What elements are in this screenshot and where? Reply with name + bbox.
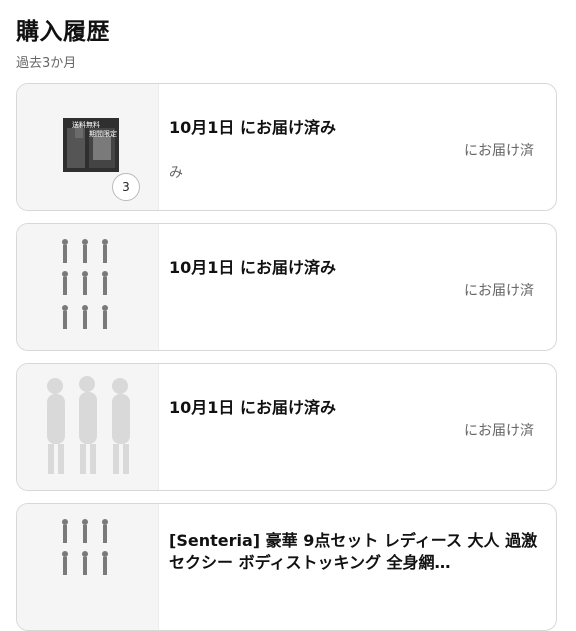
order-card[interactable]: 送料無料 期間限定 3 10月1日 にお届け済み にお届け済 み bbox=[16, 83, 557, 211]
product-image-icon bbox=[62, 239, 108, 329]
quantity-badge: 3 bbox=[112, 173, 140, 201]
page-title: 購入履歴 bbox=[16, 19, 110, 45]
page-subtitle: 過去3か月 bbox=[16, 56, 77, 71]
product-image-icon bbox=[62, 519, 108, 575]
order-card[interactable]: 10月1日 にお届け済み にお届け済 bbox=[16, 223, 557, 351]
delivery-status: にお届け済 bbox=[464, 143, 534, 159]
product-name: [Senteria] 豪華 9点セット レディース 大人 過激 セクシー ボディ… bbox=[169, 531, 538, 572]
delivery-status: にお届け済 bbox=[464, 283, 534, 299]
product-thumbnail[interactable] bbox=[17, 224, 159, 350]
product-image-icon bbox=[47, 376, 130, 474]
delivery-status: にお届け済 bbox=[464, 423, 534, 439]
thumb-text-1: 送料無料 bbox=[72, 120, 100, 129]
order-delivery-title: 10月1日 にお届け済み bbox=[169, 258, 336, 277]
order-card[interactable]: [Senteria] 豪華 9点セット レディース 大人 過激 セクシー ボディ… bbox=[16, 503, 557, 631]
delivery-status-wrap: み bbox=[169, 165, 183, 181]
product-thumbnail[interactable]: 送料無料 期間限定 3 bbox=[17, 84, 159, 210]
thumb-text-2: 期間限定 bbox=[89, 129, 117, 138]
product-thumbnail[interactable] bbox=[17, 504, 159, 630]
order-delivery-title: 10月1日 にお届け済み bbox=[169, 118, 336, 137]
product-thumbnail[interactable] bbox=[17, 364, 159, 490]
order-delivery-title: 10月1日 にお届け済み bbox=[169, 398, 336, 417]
order-card[interactable]: 10月1日 にお届け済み にお届け済 bbox=[16, 363, 557, 491]
